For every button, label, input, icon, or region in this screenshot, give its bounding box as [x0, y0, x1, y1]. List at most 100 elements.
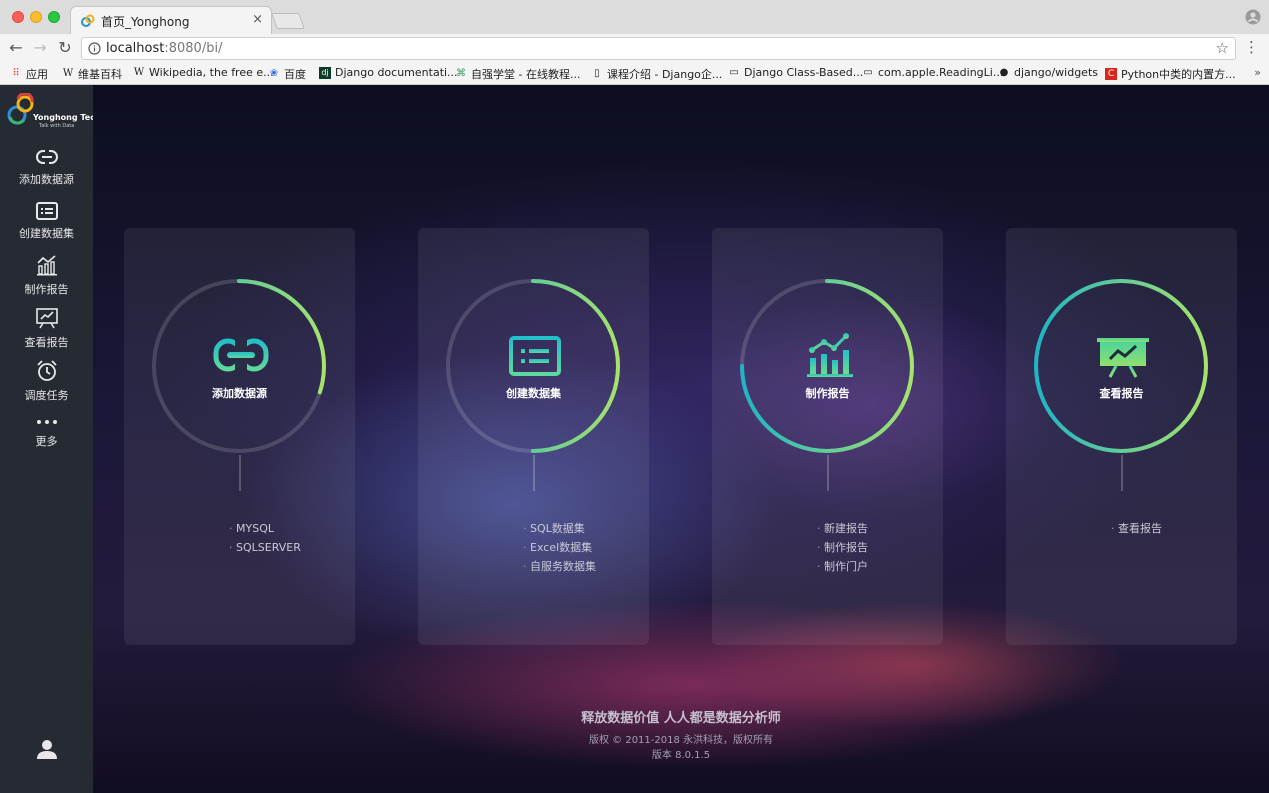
- sidebar-item-view-report[interactable]: 查看报告: [0, 306, 93, 356]
- link-icon: [213, 337, 269, 373]
- link-icon: [35, 149, 58, 165]
- window-close-button[interactable]: [12, 11, 24, 23]
- user-avatar-icon[interactable]: [36, 738, 58, 760]
- sidebar-item-make-report[interactable]: 制作报告: [0, 253, 93, 303]
- bookmark-label: Python中类的内置方...: [1121, 68, 1236, 81]
- bookmark-item[interactable]: ● django/widgets: [998, 66, 1098, 79]
- presentation-icon: [35, 308, 58, 329]
- baidu-paw-icon: ❀: [269, 68, 279, 79]
- footer-copyright: 版权 © 2011-2018 永洪科技，版权所有: [588, 735, 774, 746]
- profile-icon[interactable]: [1245, 9, 1261, 25]
- sidebar-item-label: 制作报告: [24, 283, 69, 296]
- bookmark-item[interactable]: W 维基百科: [62, 66, 122, 82]
- card-create-dataset[interactable]: 创建数据集 SQL数据集 Excel数据集 自服务数据集: [418, 228, 649, 645]
- browser-tab[interactable]: 首页_Yonghong ×: [70, 6, 272, 34]
- url-path: :8080/bi/: [164, 41, 223, 56]
- card-connector: [827, 455, 829, 491]
- back-arrow-icon[interactable]: ←: [6, 38, 26, 57]
- csdn-icon: C: [1105, 68, 1117, 80]
- github-icon: ●: [999, 66, 1009, 78]
- list-item[interactable]: MYSQL: [229, 519, 355, 538]
- sidebar-item-more[interactable]: 更多: [0, 415, 93, 465]
- bookmark-label: Django Class-Based...: [744, 66, 864, 79]
- window-minimize-button[interactable]: [30, 11, 42, 23]
- book-icon: ▯: [594, 68, 600, 79]
- footer-slogan: 释放数据价值 人人都是数据分析师: [581, 711, 781, 726]
- card-options: 新建报告 制作报告 制作门户: [712, 519, 943, 576]
- apps-grid-icon: ⠿: [12, 68, 20, 79]
- sidebar: Yonghong Tech Talk with Data 添加数据源 创建数据集: [0, 85, 101, 793]
- tab-close-icon[interactable]: ×: [252, 12, 263, 27]
- folder-icon: ▭: [863, 66, 873, 78]
- logo[interactable]: Yonghong Tech Talk with Data: [6, 93, 101, 133]
- sidebar-item-label: 更多: [35, 435, 58, 448]
- card-options: 查看报告: [1006, 519, 1237, 538]
- bookmark-item[interactable]: ⌘ 自强学堂 - 在线教程...: [455, 66, 580, 82]
- wikipedia-icon: W: [62, 68, 74, 79]
- bookmark-item[interactable]: C Python中类的内置方...: [1105, 66, 1236, 82]
- bookmark-label: 应用: [26, 68, 48, 81]
- list-item[interactable]: SQLSERVER: [229, 538, 355, 557]
- url-text: localhost:8080/bi/: [106, 41, 222, 56]
- bookmark-label: 百度: [284, 68, 306, 81]
- card-connector: [533, 455, 535, 491]
- list-item[interactable]: Excel数据集: [523, 538, 649, 557]
- browser-toolbar: ← → ↻ localhost:8080/bi/ ☆ ⋮: [0, 34, 1269, 63]
- new-tab-button[interactable]: [271, 13, 305, 29]
- sidebar-item-label: 创建数据集: [19, 227, 74, 240]
- list-item[interactable]: 查看报告: [1111, 519, 1237, 538]
- bookmark-item[interactable]: ▭ com.apple.ReadingLi...: [862, 66, 1003, 79]
- bookmarks-overflow-button[interactable]: »: [1254, 66, 1261, 79]
- bookmark-apps[interactable]: ⠿ 应用: [10, 66, 48, 82]
- card-title: 添加数据源: [212, 387, 267, 400]
- sidebar-item-create-dataset[interactable]: 创建数据集: [0, 201, 93, 251]
- list-item[interactable]: 制作门户: [817, 557, 943, 576]
- card-title: 创建数据集: [506, 387, 561, 400]
- dataset-list-icon: [509, 336, 561, 376]
- card-options: MYSQL SQLSERVER: [124, 519, 355, 557]
- browser-menu-icon[interactable]: ⋮: [1244, 38, 1259, 56]
- site-icon: ⌘: [456, 68, 466, 79]
- reload-icon[interactable]: ↻: [55, 38, 75, 57]
- address-bar[interactable]: localhost:8080/bi/ ☆: [81, 37, 1236, 60]
- list-item[interactable]: 自服务数据集: [523, 557, 649, 576]
- wikipedia-icon: W: [133, 66, 145, 78]
- card-add-datasource[interactable]: 添加数据源 MYSQL SQLSERVER: [124, 228, 355, 645]
- bookmark-label: Django documentati...: [335, 66, 458, 79]
- info-icon[interactable]: [88, 42, 101, 55]
- card-connector: [239, 455, 241, 491]
- card-title: 查看报告: [1099, 387, 1144, 400]
- footer-version: 版本 8.0.1.5: [651, 750, 711, 761]
- bookmarks-bar: ⠿ 应用 W 维基百科 W Wikipedia, the free e... ❀ 百度 …: [0, 63, 1269, 85]
- bookmark-star-icon[interactable]: ☆: [1216, 39, 1229, 57]
- window-zoom-button[interactable]: [48, 11, 60, 23]
- bookmark-label: 课程介绍 - Django企...: [607, 68, 723, 81]
- forward-arrow-icon[interactable]: →: [30, 38, 50, 57]
- bookmark-item[interactable]: ▭ Django Class-Based...: [728, 66, 863, 79]
- dataset-list-icon: [35, 202, 58, 220]
- card-options: SQL数据集 Excel数据集 自服务数据集: [418, 519, 649, 576]
- alarm-clock-icon: [36, 360, 57, 381]
- django-icon: dj: [319, 66, 331, 79]
- sidebar-item-label: 查看报告: [24, 336, 69, 349]
- sidebar-item-schedule-task[interactable]: 调度任务: [0, 359, 93, 409]
- bookmark-label: com.apple.ReadingLi...: [878, 66, 1004, 79]
- sidebar-item-add-datasource[interactable]: 添加数据源: [0, 147, 93, 197]
- bookmark-label: 维基百科: [78, 68, 122, 81]
- sidebar-item-label: 调度任务: [24, 389, 69, 402]
- card-view-report[interactable]: 查看报告 查看报告: [1006, 228, 1237, 645]
- bookmark-item[interactable]: W Wikipedia, the free e...: [133, 66, 274, 79]
- bookmark-item[interactable]: ❀ 百度: [268, 66, 306, 82]
- page-icon: ▭: [729, 66, 739, 78]
- bookmark-label: Wikipedia, the free e...: [149, 66, 274, 79]
- bookmark-item[interactable]: ▯ 课程介绍 - Django企...: [591, 66, 722, 82]
- list-item[interactable]: 新建报告: [817, 519, 943, 538]
- bookmark-label: django/widgets: [1014, 66, 1098, 79]
- bookmark-item[interactable]: dj Django documentati...: [319, 66, 458, 79]
- list-item[interactable]: SQL数据集: [523, 519, 649, 538]
- list-item[interactable]: 制作报告: [817, 538, 943, 557]
- logo-name: Yonghong Tech: [33, 113, 101, 122]
- bar-chart-icon: [36, 255, 57, 276]
- app-root: Yonghong Tech Talk with Data 添加数据源 创建数据集: [0, 85, 1269, 793]
- card-make-report[interactable]: 制作报告 新建报告 制作报告 制作门户: [712, 228, 943, 645]
